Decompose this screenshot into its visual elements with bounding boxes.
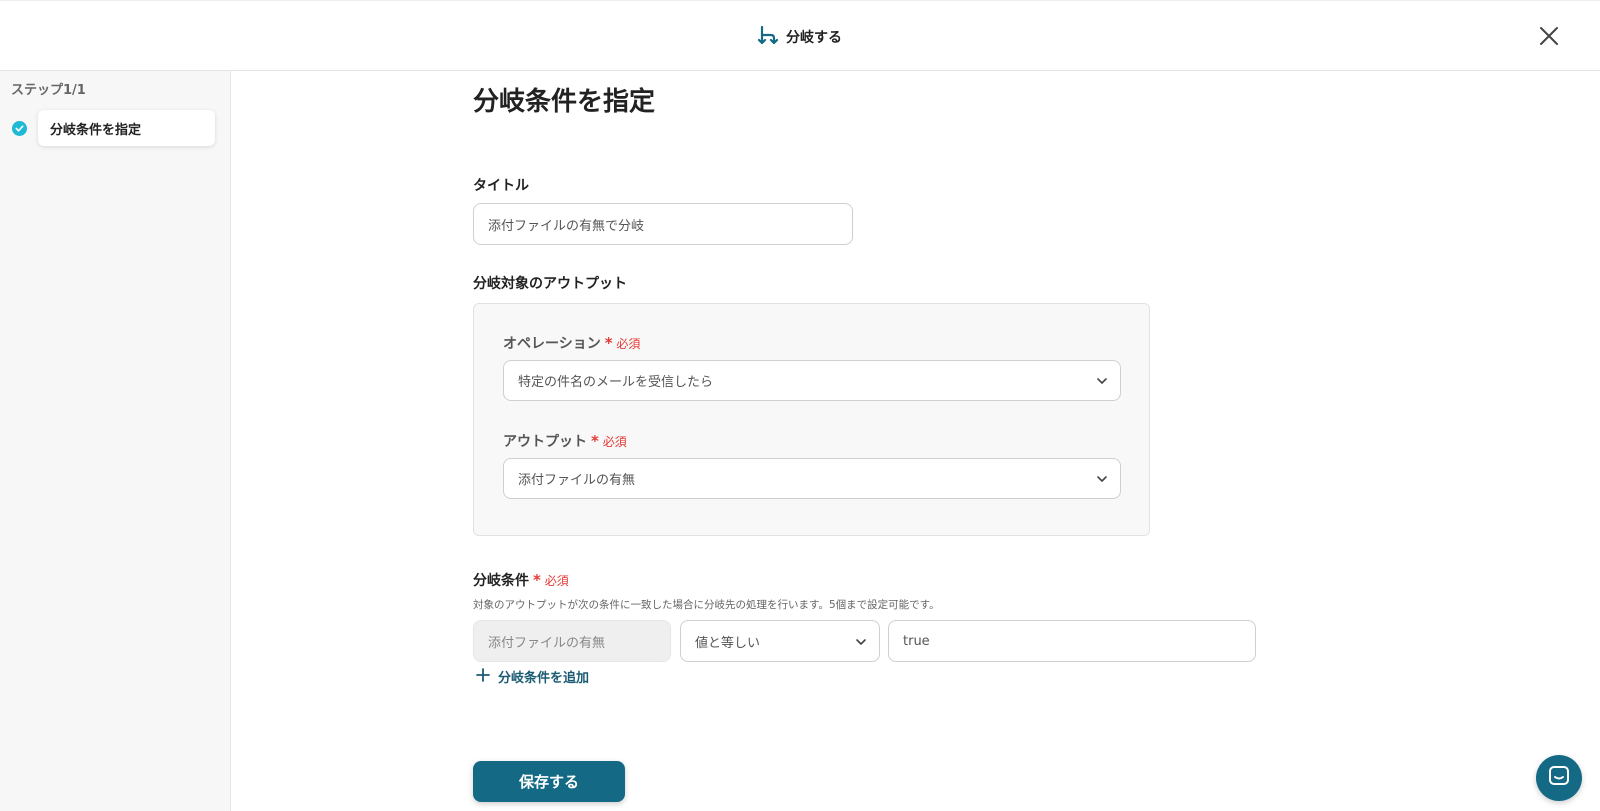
- condition-field: 添付ファイルの有無: [473, 620, 671, 662]
- conditions-help-text: 対象のアウトプットが次の条件に一致した場合に分岐先の処理を行います。5個まで設定…: [473, 599, 940, 611]
- output-select-value: 添付ファイルの有無: [518, 473, 636, 488]
- required-badge: * 必須: [604, 334, 641, 352]
- chat-icon: [1547, 764, 1571, 792]
- condition-operator-select[interactable]: 値と等しい: [680, 620, 880, 662]
- chat-support-button[interactable]: [1536, 755, 1582, 801]
- output-label: アウトプット * 必須: [503, 431, 627, 451]
- chevron-down-icon: [855, 636, 867, 648]
- required-badge: * 必須: [533, 571, 569, 589]
- conditions-label: 分岐条件 * 必須: [473, 570, 569, 590]
- plus-icon: [476, 667, 490, 686]
- add-condition-button[interactable]: 分岐条件を追加: [476, 667, 589, 686]
- title-field-label: タイトル: [473, 178, 529, 194]
- step-count: ステップ1/1: [11, 83, 86, 98]
- header-title-text: 分岐する: [786, 30, 842, 46]
- add-condition-label: 分岐条件を追加: [498, 671, 590, 686]
- output-panel: オペレーション * 必須 特定の件名のメールを受信したら アウトプット * 必須 添…: [473, 303, 1150, 536]
- branch-icon: [757, 25, 779, 49]
- step-label[interactable]: 分岐条件を指定: [38, 110, 215, 146]
- output-label-text: アウトプット: [503, 434, 587, 450]
- header-title: 分岐する: [0, 25, 1600, 49]
- conditions-label-text: 分岐条件: [473, 573, 529, 589]
- page-title: 分岐条件を指定: [473, 87, 656, 117]
- step-sidebar: ステップ1/1 分岐条件を指定: [0, 71, 231, 811]
- save-button[interactable]: 保存する: [473, 761, 625, 802]
- operation-select[interactable]: 特定の件名のメールを受信したら: [503, 360, 1121, 401]
- operation-select-value: 特定の件名のメールを受信したら: [518, 375, 714, 390]
- output-section-label: 分岐対象のアウトプット: [473, 276, 627, 292]
- chevron-down-icon: [1096, 473, 1108, 485]
- operation-label: オペレーション * 必須: [503, 333, 640, 353]
- required-badge: * 必須: [591, 432, 627, 450]
- title-input[interactable]: 添付ファイルの有無で分岐: [473, 203, 853, 245]
- condition-value-input[interactable]: true: [888, 620, 1256, 662]
- check-circle-icon: [12, 120, 27, 136]
- close-icon[interactable]: [1538, 25, 1560, 47]
- condition-operator-value: 値と等しい: [695, 635, 761, 651]
- output-select[interactable]: 添付ファイルの有無: [503, 458, 1121, 499]
- modal-header: 分岐する: [0, 0, 1600, 71]
- sidebar-step-item[interactable]: 分岐条件を指定: [12, 110, 215, 146]
- operation-label-text: オペレーション: [503, 336, 601, 352]
- chevron-down-icon: [1096, 375, 1108, 387]
